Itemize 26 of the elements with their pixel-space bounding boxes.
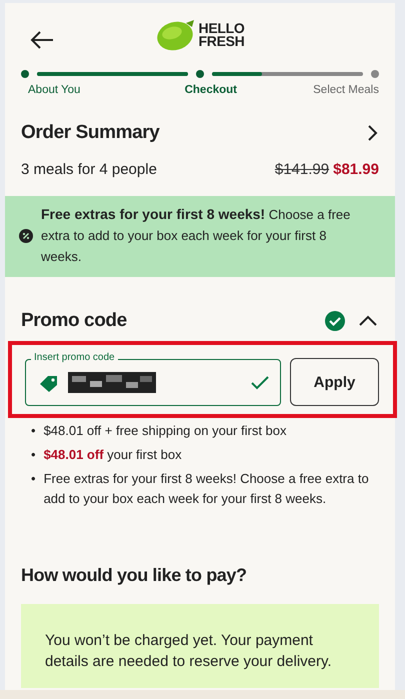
- bullet: •: [31, 446, 36, 464]
- benefit-text: Free extras for your first 8 weeks! Choose a free extra to add to your box each week for your first 8 weeks.: [44, 470, 370, 508]
- step-label[interactable]: About You: [28, 84, 80, 96]
- tag-icon: [39, 374, 59, 392]
- discounted-price: $81.99: [333, 161, 379, 178]
- info-text: You won’t be charged yet. Your payment details are needed to reserve your delivery.: [45, 632, 332, 670]
- step-label[interactable]: Checkout: [184, 84, 237, 96]
- section-title: Promo code: [21, 310, 127, 332]
- apply-button[interactable]: Apply: [290, 358, 379, 406]
- bullet: •: [31, 470, 36, 488]
- field-label: Insert promo code: [31, 352, 118, 364]
- benefit-text: $48.01 off + free shipping on your first box: [44, 422, 287, 440]
- lime-icon: [156, 19, 196, 51]
- banner-text: Free extras for your first 8 weeks! Choose a free extra to add to your box each week for your first 8 weeks.: [41, 205, 352, 266]
- section-title: Order Summary: [21, 122, 160, 144]
- step-label[interactable]: Select Meals: [313, 84, 379, 96]
- section-title: How would you like to pay?: [21, 565, 248, 586]
- bullet: •: [31, 422, 36, 440]
- back-arrow-icon[interactable]: [30, 30, 54, 50]
- percent-icon: [19, 228, 33, 242]
- original-price: $141.99: [274, 161, 330, 178]
- chevron-icon[interactable]: [359, 315, 377, 327]
- chevron-right-icon[interactable]: [367, 124, 379, 142]
- meals-text: 3 meals for 4 people: [21, 161, 157, 178]
- benefit-text: $48.01 off your first box: [44, 446, 182, 464]
- logo-text: HELLO FRESH: [198, 22, 244, 48]
